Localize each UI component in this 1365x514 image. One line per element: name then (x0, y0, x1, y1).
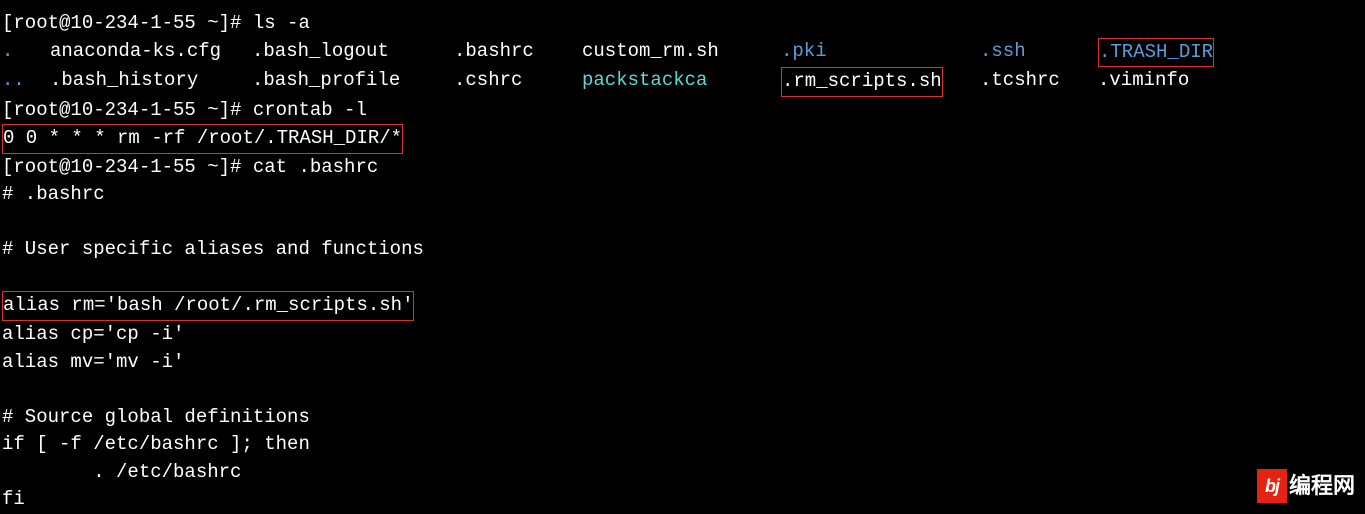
ls-entry-rmscripts-highlighted: .rm_scripts.sh (781, 67, 943, 97)
watermark-text: 编程网 (1289, 470, 1355, 502)
bashrc-line-4 (2, 264, 1363, 292)
ls-entry-pki: .pki (781, 38, 980, 68)
truncated-previous-line (2, 2, 1363, 10)
ls-entry-bashhistory: .bash_history (50, 67, 252, 97)
bashrc-line-10: if [ -f /etc/bashrc ]; then (2, 431, 1363, 459)
ls-output-row-2: .. .bash_history .bash_profile .cshrc pa… (2, 67, 1363, 97)
ls-entry-tcshrc: .tcshrc (980, 67, 1098, 97)
crontab-output-highlighted: 0 0 * * * rm -rf /root/.TRASH_DIR/* (2, 124, 403, 154)
bashrc-line-11: . /etc/bashrc (2, 459, 1363, 487)
watermark: bj 编程网 (1257, 469, 1355, 503)
bashrc-line-12: fi (2, 486, 1363, 514)
ls-entry-trashdir-wrap: .TRASH_DIR (1098, 38, 1214, 68)
ls-entry-dotdot: .. (2, 67, 50, 97)
terminal-line-cat-cmd: [root@10-234-1-55 ~]# cat .bashrc (2, 154, 1363, 182)
bashrc-line-7: alias mv='mv -i' (2, 349, 1363, 377)
shell-prompt: [root@10-234-1-55 ~]# (2, 12, 253, 34)
bashrc-line-8 (2, 376, 1363, 404)
bashrc-line-2 (2, 209, 1363, 237)
terminal-line-crontab-cmd: [root@10-234-1-55 ~]# crontab -l (2, 97, 1363, 125)
ls-entry-viminfo: .viminfo (1098, 67, 1189, 97)
terminal-line-ls-cmd: [root@10-234-1-55 ~]# ls -a (2, 10, 1363, 38)
shell-prompt: [root@10-234-1-55 ~]# (2, 156, 253, 178)
ls-entry-bashprofile: .bash_profile (252, 67, 454, 97)
bashrc-line-5-highlighted: alias rm='bash /root/.rm_scripts.sh' (2, 291, 414, 321)
shell-prompt: [root@10-234-1-55 ~]# (2, 99, 253, 121)
bashrc-line-9: # Source global definitions (2, 404, 1363, 432)
ls-entry-trashdir-highlighted: .TRASH_DIR (1098, 38, 1214, 68)
command-ls: ls -a (253, 12, 310, 34)
ls-entry-customrm: custom_rm.sh (582, 38, 781, 68)
watermark-badge: bj (1257, 469, 1287, 503)
ls-entry-ssh: .ssh (980, 38, 1098, 68)
command-cat: cat .bashrc (253, 156, 378, 178)
ls-entry-dot: . (2, 38, 50, 68)
ls-entry-cshrc: .cshrc (454, 67, 582, 97)
ls-output-row-1: . anaconda-ks.cfg .bash_logout .bashrc c… (2, 38, 1363, 68)
ls-entry-packstackca: packstackca (582, 67, 781, 97)
command-crontab: crontab -l (253, 99, 367, 121)
ls-entry-rmscripts-wrap: .rm_scripts.sh (781, 67, 980, 97)
ls-entry-bashrc: .bashrc (454, 38, 582, 68)
bashrc-line-1: # .bashrc (2, 181, 1363, 209)
ls-entry-bashlogout: .bash_logout (252, 38, 454, 68)
bashrc-line-3: # User specific aliases and functions (2, 236, 1363, 264)
ls-entry-anaconda: anaconda-ks.cfg (50, 38, 252, 68)
bashrc-line-6: alias cp='cp -i' (2, 321, 1363, 349)
